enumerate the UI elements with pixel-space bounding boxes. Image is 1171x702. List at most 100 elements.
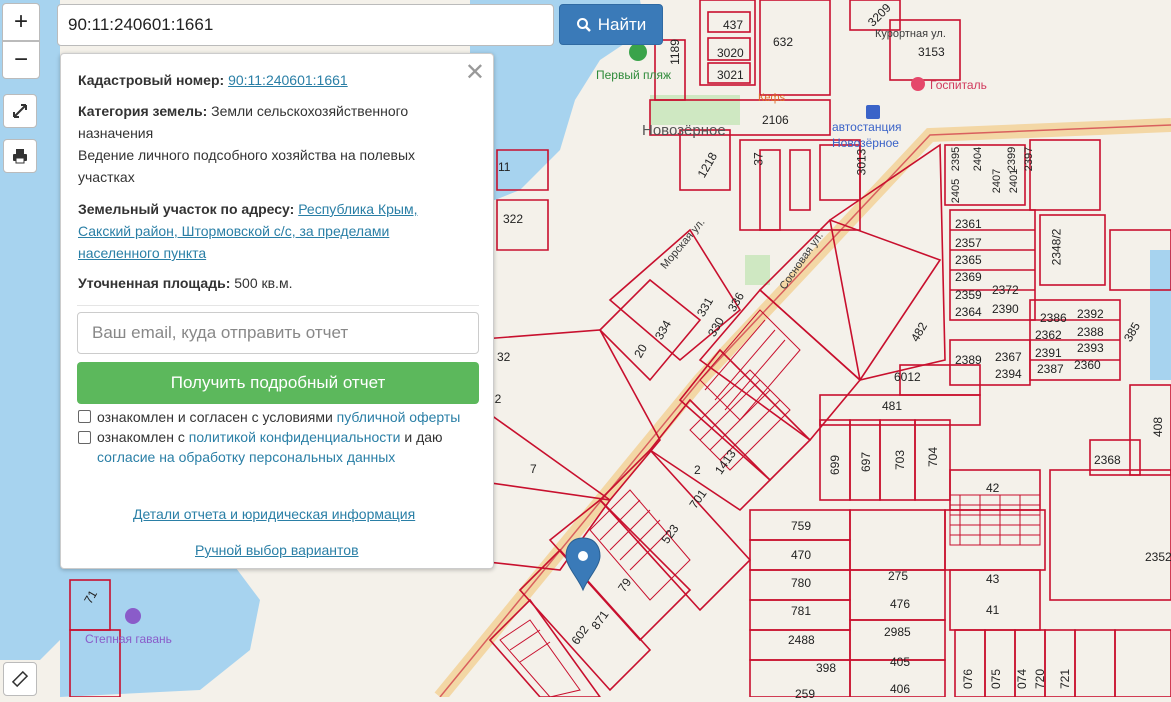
parcel-number: 437 (723, 18, 744, 32)
parcel-number: 2365 (955, 253, 982, 267)
parcel-number: 481 (882, 399, 903, 413)
parcel-number: 6012 (894, 370, 921, 384)
get-report-button[interactable]: Получить подробный отчет (77, 362, 479, 404)
report-details-link[interactable]: Детали отчета и юридическая информация (133, 506, 415, 522)
area-value: 500 кв.м. (234, 275, 293, 291)
print-button[interactable] (3, 139, 37, 173)
area-label: Уточненная площадь: (78, 275, 231, 291)
email-field[interactable] (77, 312, 479, 354)
parcel-number: 2390 (992, 302, 1019, 316)
parcel-number: 2386 (1040, 311, 1067, 325)
bus-station-icon (866, 105, 880, 119)
parcel-number: 076 (961, 668, 976, 690)
offer-link[interactable]: публичной оферты (337, 409, 461, 425)
parcel-number: 1189 (667, 39, 682, 65)
parcel-number: 2357 (955, 236, 982, 250)
parcel-number: 2397 (1023, 146, 1036, 172)
category-label: Категория земель: (78, 103, 208, 119)
divider (77, 305, 479, 306)
parcel-number: 704 (926, 446, 941, 468)
parcel-number: 2399 (1006, 146, 1019, 172)
bus-station-label: автостанция (832, 120, 902, 134)
address-label: Земельный участок по адресу: (78, 201, 295, 217)
offer-consent-label: ознакомлен и согласен с условиями (97, 409, 333, 425)
usage-value: Ведение личного подсобного хозяйства на … (78, 147, 416, 163)
privacy-link[interactable]: политикой конфиденциальности (189, 429, 401, 445)
sea-east (1150, 250, 1171, 380)
parcel-info-panel: ✕ Кадастровый номер: 90:11:240601:1661 К… (60, 53, 494, 569)
parcel-number: 2372 (992, 283, 1019, 297)
resort-street-label: Курортная ул. (875, 28, 946, 40)
parcel-number: 2359 (955, 288, 982, 302)
parcel-number: 2 (694, 463, 701, 477)
parcel-number: 780 (791, 576, 812, 590)
parcel-number: 2407 (991, 168, 1004, 194)
category-value: Земли сельскохозяйственного (211, 103, 409, 119)
parcel-number: 3013 (854, 148, 869, 176)
parcel-number: 3021 (717, 68, 744, 82)
ruler-button[interactable] (3, 662, 37, 696)
category-row: Категория земель: Земли сельскохозяйстве… (78, 100, 478, 188)
cadastral-label: Кадастровый номер: (78, 72, 225, 88)
parcel-number: 406 (890, 682, 911, 696)
parcel-number: 2985 (884, 625, 911, 639)
parcel-number: 074 (1015, 668, 1030, 690)
offer-checkbox[interactable] (78, 410, 91, 423)
parcel-number: 2395 (950, 146, 963, 172)
cadastral-number-link[interactable]: 90:11:240601:1661 (228, 72, 348, 88)
parcel-number: 2389 (955, 353, 982, 367)
address-link-3[interactable]: населенного пункта (78, 245, 206, 261)
address-link-2[interactable]: Сакский район, Штормовской с/с, за преде… (78, 223, 389, 239)
privacy-consent-label: ознакомлен с (97, 429, 185, 445)
parcel-number: 408 (1151, 416, 1166, 438)
search-input[interactable] (57, 4, 554, 46)
harbor-label: Степная гавань (85, 632, 172, 646)
zoom-out-button[interactable]: − (2, 41, 40, 79)
parcel-number: 2392 (1077, 307, 1104, 321)
manual-selection-link[interactable]: Ручной выбор вариантов (195, 542, 359, 558)
beach-icon (629, 43, 647, 61)
parcel-number: 759 (791, 519, 812, 533)
parcel-number: 7 (530, 462, 537, 476)
category-value-2: назначения (78, 125, 154, 141)
hospital-icon (911, 77, 925, 91)
parcel-number: 2106 (762, 113, 789, 127)
fullscreen-button[interactable] (3, 94, 37, 128)
parcel-number: 697 (859, 451, 874, 473)
parcel-number: 398 (816, 661, 837, 675)
usage-value-2: участках (78, 169, 135, 185)
expand-icon (13, 104, 27, 118)
personal-data-consent-link[interactable]: согласие на обработку персональных данны… (97, 449, 395, 465)
parcel-number: 2348/2 (1049, 228, 1064, 266)
parcel-number: 37 (751, 152, 766, 166)
address-link[interactable]: Республика Крым, (298, 201, 417, 217)
zoom-in-button[interactable]: + (2, 3, 40, 41)
parcel-number: 2388 (1077, 325, 1104, 339)
area-row: Уточненная площадь: 500 кв.м. (78, 272, 478, 294)
parcel-number: 721 (1058, 668, 1073, 690)
search-button[interactable]: Найти (559, 4, 663, 45)
parcel-number: 2368 (1094, 453, 1121, 467)
parcel-number: 259 (795, 687, 816, 701)
ruler-icon (11, 670, 29, 688)
village-label: Новозёрное (642, 122, 726, 139)
parcel-number: 2488 (788, 633, 815, 647)
beach-label: Первый пляж (596, 68, 672, 82)
offer-consent-text: ознакомлен и согласен с условиями публич… (97, 407, 460, 427)
parcel-number: 632 (773, 35, 794, 49)
parcel-number: 43 (986, 572, 1000, 586)
parcel-number: 3020 (717, 46, 744, 60)
parcel-number: 699 (828, 454, 843, 476)
parcel-number: 476 (890, 597, 911, 611)
harbor-icon (125, 608, 141, 624)
parcel-number: 470 (791, 548, 812, 562)
parcel-number: 42 (986, 481, 1000, 495)
parcel-number: 720 (1033, 668, 1048, 690)
privacy-checkbox[interactable] (78, 431, 91, 444)
parcel-number: 2360 (1074, 358, 1101, 372)
parcel-number: 2387 (1037, 362, 1064, 376)
hospital-label: Госпиталь (930, 78, 987, 92)
parcel-number: 2352 (1145, 550, 1171, 564)
parcel-number: 405 (890, 655, 911, 669)
address-row: Земельный участок по адресу: Республика … (78, 198, 478, 264)
